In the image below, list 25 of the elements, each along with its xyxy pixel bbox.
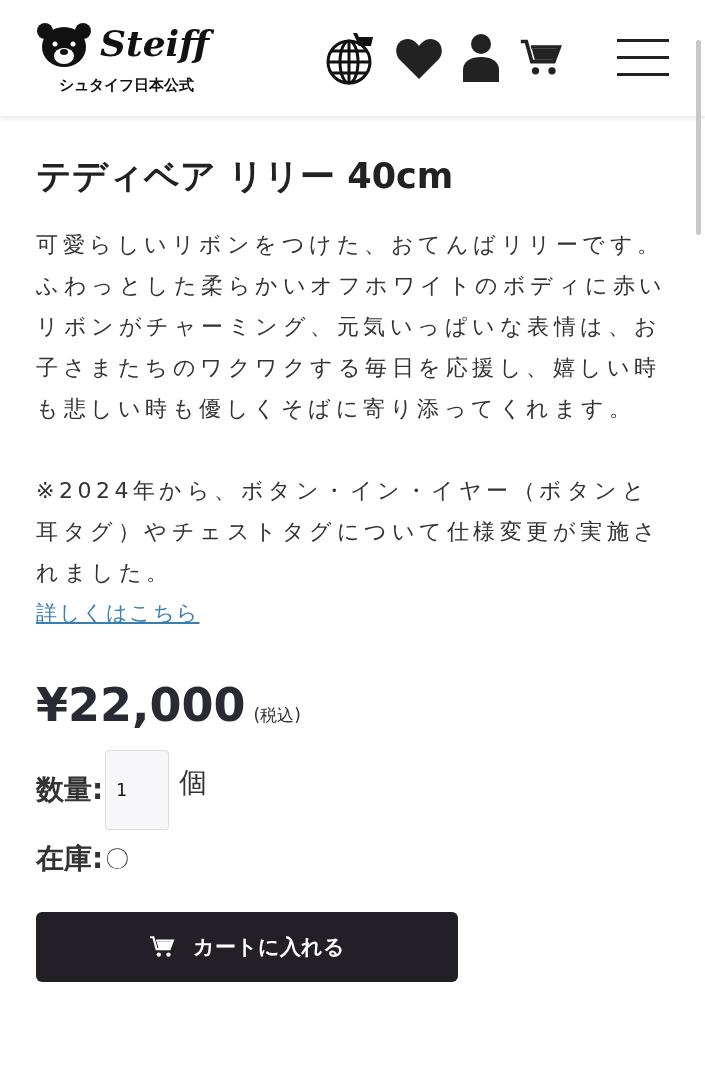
details-link[interactable]: 詳しくはこちら (36, 601, 200, 625)
stock-status: 〇 (105, 844, 130, 875)
quantity-field[interactable]: 1 (105, 750, 170, 830)
quantity-label: 数量: (36, 772, 104, 808)
cart-icon (149, 934, 175, 960)
price: ¥22,000 (36, 678, 246, 732)
bear-icon (36, 21, 92, 68)
product-description: 可愛らしいリボンをつけた、おてんばリリーです。ふわっとした柔らかいオフホワイトのボディに赤いリボンがチャーミング、元気いっぱいな表情は、お子さまたちのワクワクする毎日を応援し、嬉しい時も悲しい時も優しくそばに寄り添ってくれます。 (36, 231, 668, 423)
person-icon (463, 34, 499, 82)
account-button[interactable] (463, 34, 499, 82)
add-to-cart-button[interactable]: カートに入れる (36, 912, 458, 982)
favorites-button[interactable] (395, 37, 443, 79)
spec-change-notice: ※2024年から、ボタン・イン・イヤー（ボタンと耳タグ）やチェストタグについて仕様変更が実施されました。 (36, 477, 662, 587)
scrollbar[interactable] (696, 40, 701, 235)
product-title: テディベア リリー 40cm (36, 155, 455, 198)
quantity-unit: 個 (179, 765, 208, 801)
brand-subtitle: シュタイフ日本公式 (59, 75, 194, 95)
menu-button[interactable] (617, 39, 669, 77)
tax-note: (税込) (253, 704, 301, 727)
heart-icon (395, 37, 443, 79)
stock-label: 在庫: (36, 841, 104, 877)
global-shop-button[interactable] (325, 30, 375, 86)
brand-logo[interactable]: Steiff (98, 21, 217, 68)
menu-icon (617, 39, 669, 77)
globe-cart-icon (325, 30, 375, 86)
